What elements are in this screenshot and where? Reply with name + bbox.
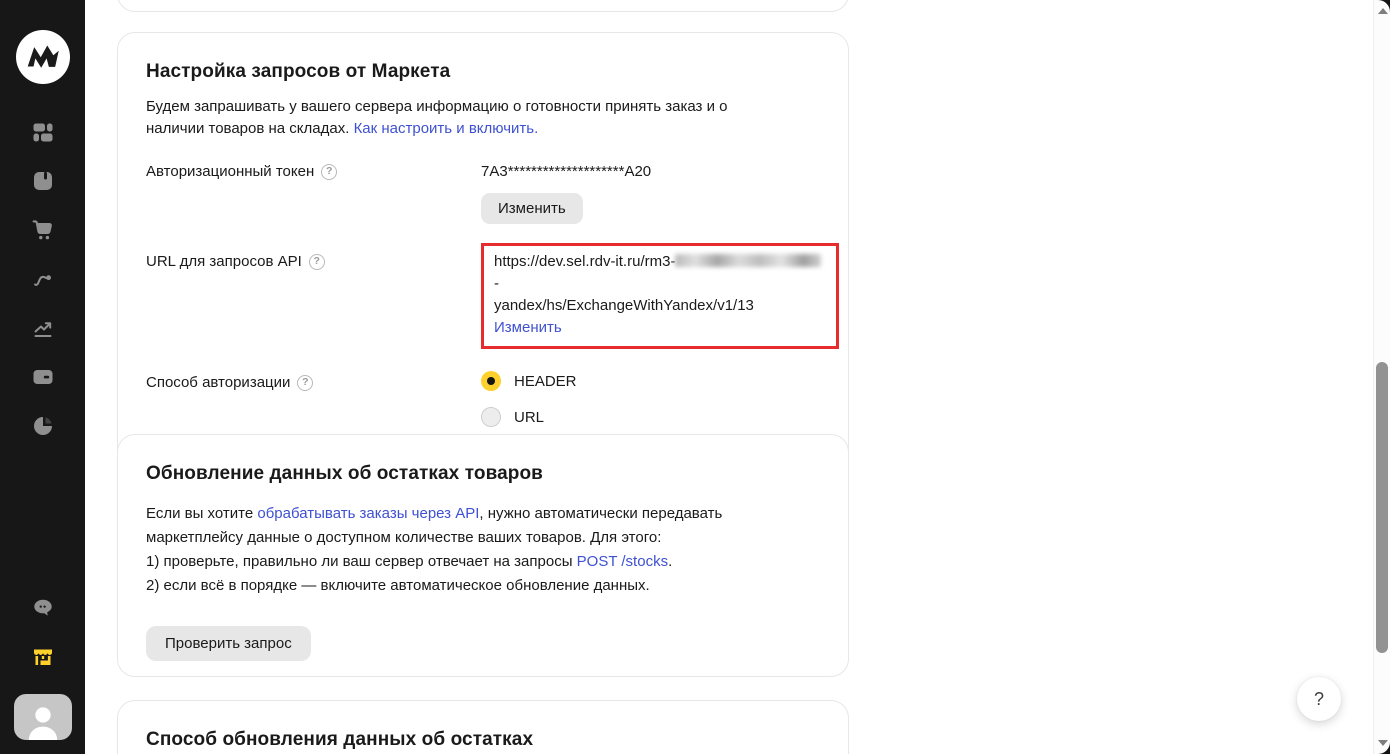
api-url-label: URL для запросов API xyxy=(146,252,302,272)
auth-token-value: 7A3********************A20 xyxy=(481,162,820,182)
yandex-market-logo-icon xyxy=(16,30,70,84)
sidebar-item-dashboard[interactable] xyxy=(31,120,55,144)
process-orders-api-link[interactable]: обрабатывать заказы через API xyxy=(257,505,479,522)
radio-url[interactable]: URL xyxy=(481,407,820,427)
sidebar-item-chat[interactable] xyxy=(31,596,55,620)
auth-token-value-block: 7A3********************A20 Изменить xyxy=(481,162,820,224)
change-token-button[interactable]: Изменить xyxy=(481,193,583,224)
growth-arrow-icon xyxy=(31,316,55,340)
card-stock-method: Способ обновления данных об остатках xyxy=(117,700,849,754)
sidebar-item-orders[interactable] xyxy=(31,218,55,242)
stock-update-paragraph: Если вы хотите обрабатывать заказы через… xyxy=(146,502,791,550)
sidebar-item-finance[interactable] xyxy=(31,365,55,389)
api-url-label-wrap: URL для запросов API ? xyxy=(146,252,481,272)
help-icon[interactable]: ? xyxy=(297,375,313,391)
dashboard-grid-icon xyxy=(31,120,55,144)
card-title: Настройка запросов от Маркета xyxy=(146,61,820,83)
chat-bubble-icon xyxy=(31,596,55,620)
scrollbar[interactable] xyxy=(1373,0,1390,754)
row-api-url: URL для запросов API ? https://dev.sel.r… xyxy=(146,252,820,349)
row-auth-method: Способ авторизации ? HEADER URL xyxy=(146,373,820,427)
card-title: Способ обновления данных об остатках xyxy=(146,729,820,751)
help-icon[interactable]: ? xyxy=(309,254,325,270)
route-icon xyxy=(31,267,55,291)
card-stock-update: Обновление данных об остатках товаров Ес… xyxy=(117,434,849,677)
radio-selected-icon xyxy=(481,371,501,391)
user-avatar[interactable] xyxy=(14,694,72,740)
radio-unselected-icon xyxy=(481,407,501,427)
yandex-market-logo[interactable] xyxy=(16,30,70,84)
auth-method-label: Способ авторизации xyxy=(146,373,290,393)
sidebar-item-products[interactable] xyxy=(31,169,55,193)
scrollbar-thumb[interactable] xyxy=(1376,362,1388,653)
stock-update-step1: 1) проверьте, правильно ли ваш сервер от… xyxy=(146,550,791,574)
stock-update-step2: 2) если всё в порядке — включите автомат… xyxy=(146,574,791,598)
user-avatar-icon xyxy=(23,700,63,740)
scrollbar-up-arrow[interactable] xyxy=(1378,8,1388,14)
pie-chart-icon xyxy=(31,414,55,438)
wallet-icon xyxy=(31,365,55,389)
step1-period: . xyxy=(668,553,672,570)
sidebar-item-logistics[interactable] xyxy=(31,267,55,291)
post-stocks-link[interactable]: POST /stocks xyxy=(577,553,668,570)
auth-method-options: HEADER URL xyxy=(481,371,820,427)
product-box-icon xyxy=(31,169,55,193)
auth-token-label-wrap: Авторизационный токен ? xyxy=(146,162,481,182)
card-description: Будем запрашивать у вашего сервера инфор… xyxy=(146,96,746,140)
storefront-icon xyxy=(31,645,55,669)
sidebar-item-analytics[interactable] xyxy=(31,316,55,340)
auth-method-label-wrap: Способ авторизации ? xyxy=(146,373,481,393)
help-button[interactable]: ? xyxy=(1297,677,1341,721)
cart-icon xyxy=(31,218,55,242)
row-auth-token: Авторизационный токен ? 7A3*************… xyxy=(146,162,820,224)
sidebar-item-shop-active[interactable] xyxy=(31,645,55,669)
redacted-url-part xyxy=(675,254,821,267)
api-url-highlight-box: https://dev.sel.rdv-it.ru/rm3- - yandex/h… xyxy=(481,243,839,349)
auth-token-label: Авторизационный токен xyxy=(146,162,314,182)
radio-header-label: HEADER xyxy=(514,373,577,390)
api-url-dash: - xyxy=(494,275,499,292)
sidebar-item-reports[interactable] xyxy=(31,414,55,438)
card-title: Обновление данных об остатках товаров xyxy=(146,463,820,485)
radio-header[interactable]: HEADER xyxy=(481,371,820,391)
step1-text: 1) проверьте, правильно ли ваш сервер от… xyxy=(146,553,577,570)
api-url-prefix: https://dev.sel.rdv-it.ru/rm3- xyxy=(494,253,675,270)
help-icon[interactable]: ? xyxy=(321,164,337,180)
check-request-button[interactable]: Проверить запрос xyxy=(146,626,311,661)
change-url-link[interactable]: Изменить xyxy=(494,319,562,336)
scrollbar-down-arrow[interactable] xyxy=(1378,740,1388,746)
how-to-setup-link[interactable]: Как настроить и включить. xyxy=(354,120,539,137)
sidebar xyxy=(0,0,85,754)
card-above-fold xyxy=(117,0,849,12)
api-url-line2: yandex/hs/ExchangeWithYandex/v1/13 xyxy=(494,297,754,314)
radio-url-label: URL xyxy=(514,409,544,426)
main-content: Настройка запросов от Маркета Будем запр… xyxy=(85,0,1373,754)
card-market-requests: Настройка запросов от Маркета Будем запр… xyxy=(117,32,849,496)
p1-text: Если вы хотите xyxy=(146,505,257,522)
